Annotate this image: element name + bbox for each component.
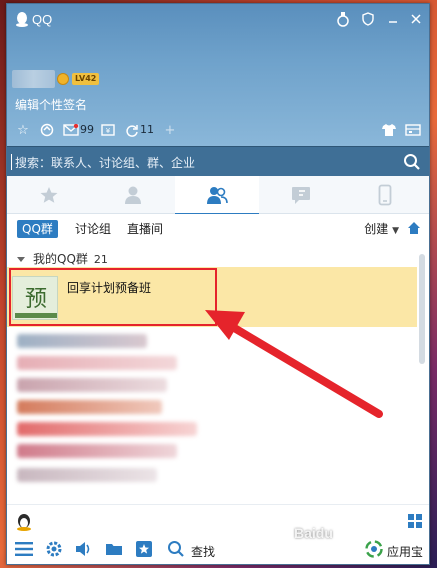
- star-icon[interactable]: ☆: [15, 122, 31, 138]
- tab-groups[interactable]: [175, 176, 259, 215]
- shirt-icon[interactable]: [381, 122, 397, 138]
- star-outline-icon: [40, 187, 58, 203]
- group-section-title: 我的QQ群: [33, 252, 88, 266]
- group-subtabs: QQ群 讨论组 直播间 创建 ▼: [7, 214, 429, 242]
- subtab-qq-group[interactable]: QQ群: [17, 220, 58, 238]
- tab-messages[interactable]: [259, 176, 343, 214]
- app-store-button[interactable]: 应用宝: [387, 543, 423, 560]
- favorites-box-icon[interactable]: [135, 540, 153, 558]
- group-section-count: 21: [93, 253, 108, 266]
- collapse-arrow-icon: [17, 257, 25, 262]
- scrollbar[interactable]: [419, 254, 425, 364]
- create-label: 创建: [364, 222, 389, 236]
- home-icon[interactable]: [407, 221, 421, 235]
- close-icon[interactable]: [407, 10, 425, 28]
- message-icon: [292, 187, 310, 204]
- text-cursor: [11, 154, 12, 170]
- list-item[interactable]: [17, 422, 197, 436]
- wallet-icon[interactable]: ¥: [100, 122, 116, 138]
- list-item[interactable]: [17, 378, 167, 392]
- chevron-down-icon: ▼: [392, 226, 399, 236]
- tab-favorites[interactable]: [7, 176, 91, 214]
- bottom-toolbar: 查找 应用宝: [7, 504, 429, 564]
- list-item[interactable]: [17, 400, 162, 414]
- app-title: QQ: [32, 12, 53, 27]
- mail-count: 99: [80, 123, 94, 136]
- main-menu-icon[interactable]: [15, 540, 33, 558]
- tab-contacts[interactable]: [91, 176, 175, 214]
- annotation-highlight-box: [9, 268, 217, 326]
- security-icon[interactable]: [359, 10, 377, 28]
- settings-gear-icon[interactable]: [45, 540, 63, 558]
- zone-icon[interactable]: [39, 122, 55, 138]
- find-search-icon[interactable]: [167, 540, 185, 558]
- baidu-watermark: Baidu: [294, 525, 333, 541]
- tab-devices[interactable]: [343, 176, 427, 214]
- phone-icon: [378, 184, 392, 206]
- blurred-nickname[interactable]: [12, 70, 55, 88]
- add-icon[interactable]: +: [162, 122, 178, 138]
- mail-icon[interactable]: [63, 122, 79, 138]
- qq-mini-penguin-icon[interactable]: [15, 513, 33, 531]
- vip-badge-icon[interactable]: [57, 73, 69, 85]
- profile-header: QQ LV42 编辑个性签名 ☆ 99 ¥ 11 +: [7, 4, 429, 146]
- skin-icon[interactable]: [334, 10, 352, 28]
- title-bar[interactable]: QQ: [7, 4, 429, 34]
- qq-main-window: QQ LV42 编辑个性签名 ☆ 99 ¥ 11 + 搜索：联系人、讨论组、群、…: [6, 3, 430, 565]
- list-item[interactable]: [17, 468, 157, 482]
- app-store-icon[interactable]: [365, 540, 383, 558]
- list-item[interactable]: [17, 444, 177, 458]
- signature-field[interactable]: 编辑个性签名: [15, 96, 87, 113]
- person-icon: [125, 186, 141, 204]
- qq-penguin-icon: [16, 12, 28, 27]
- find-button[interactable]: 查找: [191, 543, 215, 560]
- list-item[interactable]: [17, 356, 177, 370]
- refresh-notify-icon[interactable]: [124, 122, 140, 138]
- search-icon[interactable]: [403, 153, 421, 171]
- create-dropdown[interactable]: 创建 ▼: [364, 220, 399, 237]
- notify-count: 11: [140, 123, 154, 136]
- search-input[interactable]: 搜索：联系人、讨论组、群、企业: [15, 154, 195, 171]
- grid-icon[interactable]: [407, 513, 423, 529]
- subtab-discussion[interactable]: 讨论组: [75, 220, 111, 238]
- speaker-icon[interactable]: [75, 540, 93, 558]
- list-item[interactable]: [17, 334, 147, 348]
- app-box-icon[interactable]: [405, 122, 421, 138]
- group-section-header[interactable]: 我的QQ群 21: [17, 250, 108, 267]
- main-tabs: [7, 176, 429, 215]
- minimize-icon[interactable]: [384, 10, 402, 28]
- group-list: 我的QQ群 21 预 回享计划预备班: [7, 242, 429, 504]
- search-bar[interactable]: 搜索：联系人、讨论组、群、企业: [7, 146, 429, 176]
- subtab-live[interactable]: 直播间: [127, 220, 163, 238]
- level-badge[interactable]: LV42: [72, 73, 100, 85]
- group-people-icon: [207, 187, 228, 204]
- svg-text:¥: ¥: [106, 127, 111, 135]
- folder-icon[interactable]: [105, 540, 123, 558]
